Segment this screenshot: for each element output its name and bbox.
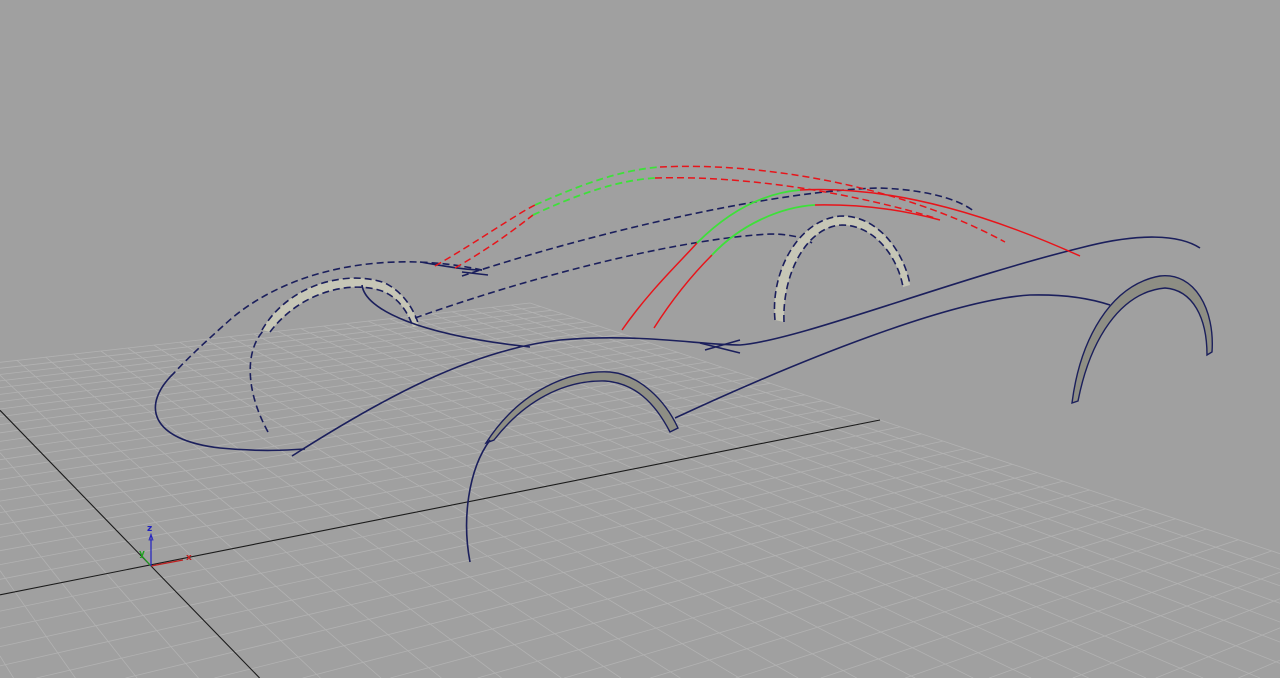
grid-line — [0, 453, 199, 678]
grid-line — [0, 571, 75, 678]
pillar-curve-b-red[interactable] — [654, 255, 712, 328]
x-axis-label: x — [186, 553, 192, 563]
hood-curve-dashed[interactable] — [175, 262, 482, 372]
roof-curve-outer-green[interactable] — [535, 167, 660, 205]
grid-line — [1238, 660, 1280, 678]
x-axis-arrow — [151, 560, 183, 566]
lower-side-dashed[interactable] — [415, 234, 812, 318]
pillar-curve-a-red[interactable] — [622, 243, 697, 330]
grid-line — [180, 342, 740, 678]
grid-line — [390, 490, 1089, 678]
grid-line — [511, 305, 1280, 569]
y-axis-label: y — [139, 549, 145, 559]
grid-line — [0, 401, 823, 551]
roof-curve-outer-red-end[interactable] — [660, 166, 1005, 242]
z-axis-label: z — [147, 524, 152, 534]
grid-line — [0, 427, 900, 611]
grid-line — [17, 360, 381, 678]
rocker-curve[interactable] — [675, 295, 1110, 418]
grid-line — [650, 519, 1175, 678]
grid-line — [303, 481, 1063, 678]
rear-upper-arch-band[interactable] — [774, 216, 910, 322]
roof-curve-outer-red-start[interactable] — [435, 205, 535, 266]
grid-line — [411, 316, 1280, 663]
cross-line[interactable] — [700, 340, 740, 353]
grid-line — [736, 529, 1206, 678]
grid-line — [0, 434, 921, 629]
grid-line — [390, 319, 1260, 678]
grid-line — [472, 310, 1280, 604]
grid-line — [821, 540, 1239, 678]
3d-viewport[interactable]: x y z — [0, 0, 1280, 678]
roof-curve-inner-green[interactable] — [533, 178, 655, 215]
rear-wheel-arch[interactable] — [1072, 276, 1212, 403]
grid-line — [0, 656, 14, 678]
grid-line — [0, 413, 860, 579]
grid-axis-x — [0, 420, 880, 595]
grid-line — [1156, 628, 1280, 678]
roof-curve-inner-red-start[interactable] — [455, 215, 533, 268]
grid-line — [530, 303, 1280, 554]
grid-line — [905, 551, 1271, 678]
grid-line — [205, 339, 798, 678]
grid-line — [101, 351, 561, 678]
roof-curve-inner-red-end[interactable] — [655, 178, 935, 218]
